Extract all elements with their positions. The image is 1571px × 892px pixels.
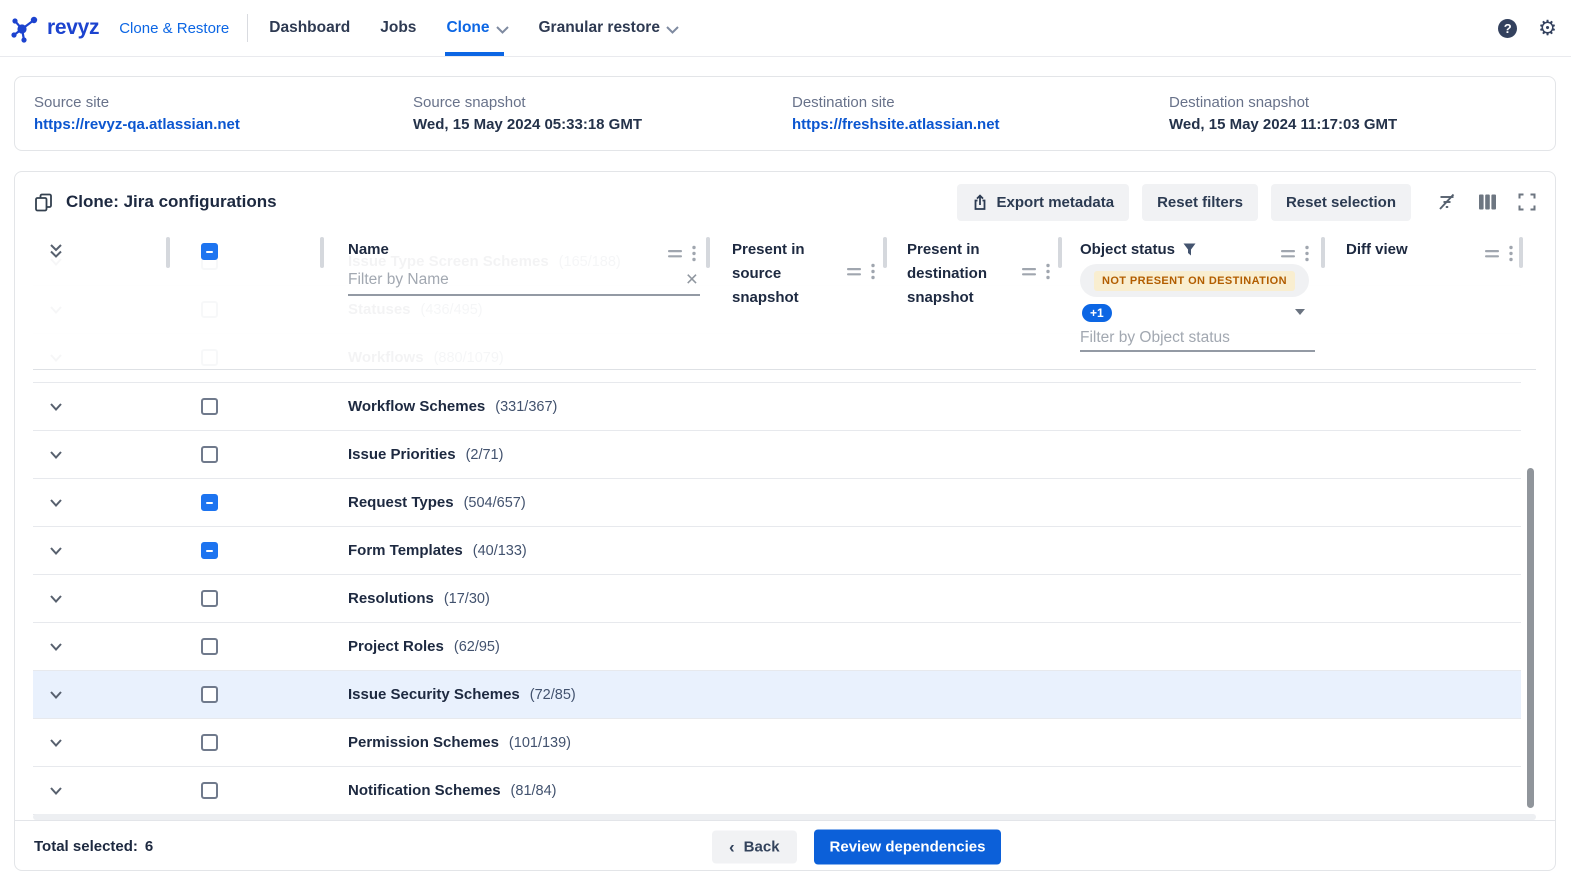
row-checkbox[interactable] (201, 542, 218, 559)
row-expander-icon[interactable] (48, 690, 64, 700)
export-metadata-button[interactable]: Export metadata (957, 184, 1130, 221)
object-status-filter-field (1080, 326, 1315, 352)
status-chip-not-present-on-destination[interactable]: NOT PRESENT ON DESTINATION (1094, 271, 1295, 291)
nav-divider (247, 14, 248, 42)
table-row[interactable]: Issue Security Schemes (72/85) (33, 671, 1521, 719)
row-checkbox[interactable] (201, 494, 218, 511)
snapshot-info-bar: Source site https://revyz-qa.atlassian.n… (14, 76, 1556, 151)
drag-handle-icon[interactable] (846, 267, 862, 277)
columns-icon[interactable] (1478, 194, 1497, 210)
filter-funnel-icon (1183, 243, 1196, 256)
chevron-down-icon (496, 26, 509, 34)
top-nav: revyz Clone & Restore Dashboard Jobs Clo… (0, 0, 1571, 57)
row-checkbox[interactable] (201, 446, 218, 463)
info-item: Destination snapshot Wed, 15 May 2024 11… (1169, 94, 1555, 133)
drag-handle-icon[interactable] (1021, 267, 1037, 277)
row-expander-icon[interactable] (48, 738, 64, 748)
object-status-filter-input[interactable] (1080, 329, 1315, 347)
drag-handle-icon[interactable] (1280, 249, 1296, 259)
expand-all-icon[interactable] (48, 243, 64, 259)
column-present-destination: Present in destination snapshot (885, 232, 1060, 369)
drag-handle-icon[interactable] (1484, 249, 1500, 259)
toolbar: Export metadata Reset filters Reset sele… (957, 184, 1536, 221)
column-name: Name × (322, 232, 708, 369)
total-selected-label: Total selected: (34, 838, 138, 855)
table-viewport: Issue Type Screen Schemes (165/188) Stat… (33, 232, 1536, 820)
help-icon[interactable]: ? (1498, 19, 1517, 38)
row-checkbox[interactable] (201, 734, 218, 751)
chevron-left-icon: ‹ (729, 838, 735, 855)
table-row[interactable]: Project Roles (62/95) (33, 623, 1521, 671)
vertical-scrollbar-thumb[interactable] (1527, 468, 1534, 808)
clear-filter-icon[interactable]: × (684, 269, 700, 290)
product-link[interactable]: Clone & Restore (119, 20, 229, 37)
object-status-filter-chip-capsule: NOT PRESENT ON DESTINATION (1080, 264, 1309, 297)
nav-item[interactable]: Jobs (365, 0, 431, 56)
table-row[interactable]: Permission Schemes (101/139) (33, 719, 1521, 767)
more-filters-badge[interactable]: +1 (1082, 304, 1112, 322)
clone-panel: Clone: Jira configurations Export metada… (14, 171, 1556, 871)
table-row[interactable]: Resolutions (17/30) (33, 575, 1521, 623)
copy-icon (34, 193, 53, 212)
table-row[interactable]: Notification Schemes (81/84) (33, 767, 1521, 815)
export-icon (972, 194, 988, 211)
dropdown-caret-icon[interactable] (1295, 309, 1305, 315)
table-row[interactable]: Workflow Schemes (331/367) (33, 383, 1521, 431)
row-checkbox[interactable] (201, 590, 218, 607)
kebab-menu-icon[interactable] (1046, 263, 1050, 280)
total-selected: Total selected: 6 (34, 838, 153, 855)
panel-header: Clone: Jira configurations Export metada… (15, 172, 1555, 232)
row-expander-icon[interactable] (48, 498, 64, 508)
row-expander-icon[interactable] (48, 642, 64, 652)
reset-filters-button[interactable]: Reset filters (1142, 184, 1258, 221)
nav-item[interactable]: Dashboard (254, 0, 365, 56)
name-filter-input[interactable] (348, 271, 684, 289)
row-expander-icon[interactable] (48, 450, 64, 460)
row-expander-icon[interactable] (48, 546, 64, 556)
table-row[interactable]: Request Types (504/657) (33, 479, 1521, 527)
nav-items: Dashboard Jobs Clone Granular restore (254, 0, 694, 56)
info-item: Source snapshot Wed, 15 May 2024 05:33:1… (413, 94, 792, 133)
nav-item[interactable]: Clone (431, 0, 523, 56)
column-diff-view: Diff view (1323, 232, 1521, 369)
row-checkbox[interactable] (201, 686, 218, 703)
table-body: Workflow Schemes (331/367) Is (33, 370, 1536, 820)
table-header: Name × Present in source snapshot (33, 232, 1536, 370)
drag-handle-icon[interactable] (667, 249, 683, 259)
row-expander-icon[interactable] (48, 402, 64, 412)
revyz-logo-icon (8, 10, 44, 46)
column-expander (33, 232, 168, 369)
kebab-menu-icon[interactable] (1509, 245, 1513, 262)
review-dependencies-button[interactable]: Review dependencies (814, 829, 1002, 864)
brand[interactable]: revyz (8, 10, 99, 46)
name-filter-field: × (348, 265, 700, 296)
info-item: Source site https://revyz-qa.atlassian.n… (34, 94, 413, 133)
column-object-status: Object status NOT PRESENT ON DESTINATION… (1060, 232, 1323, 369)
fullscreen-icon[interactable] (1518, 193, 1536, 211)
reset-selection-button[interactable]: Reset selection (1271, 184, 1411, 221)
table-row[interactable]: Issue Priorities (2/71) (33, 431, 1521, 479)
table-row[interactable]: Form Templates (40/133) (33, 527, 1521, 575)
page-title: Clone: Jira configurations (66, 192, 277, 212)
back-button[interactable]: ‹ Back (712, 830, 797, 863)
row-checkbox[interactable] (201, 398, 218, 415)
brand-name: revyz (47, 16, 99, 40)
row-checkbox[interactable] (201, 782, 218, 799)
nav-item[interactable]: Granular restore (524, 0, 694, 56)
kebab-menu-icon[interactable] (1305, 245, 1309, 262)
column-present-source: Present in source snapshot (708, 232, 885, 369)
kebab-menu-icon[interactable] (692, 245, 696, 262)
row-expander-icon[interactable] (48, 594, 64, 604)
row-checkbox[interactable] (201, 638, 218, 655)
info-item: Destination site https://freshsite.atlas… (792, 94, 1169, 133)
row-expander-icon[interactable] (48, 786, 64, 796)
panel-footer: Total selected: 6 ‹ Back Review dependen… (15, 820, 1555, 872)
column-select (168, 232, 322, 369)
clear-filters-icon[interactable] (1436, 192, 1457, 212)
gear-icon[interactable]: ⚙ (1538, 18, 1557, 39)
chevron-down-icon (666, 26, 679, 34)
select-all-checkbox[interactable] (201, 243, 218, 260)
kebab-menu-icon[interactable] (871, 263, 875, 280)
total-selected-value: 6 (145, 838, 153, 855)
